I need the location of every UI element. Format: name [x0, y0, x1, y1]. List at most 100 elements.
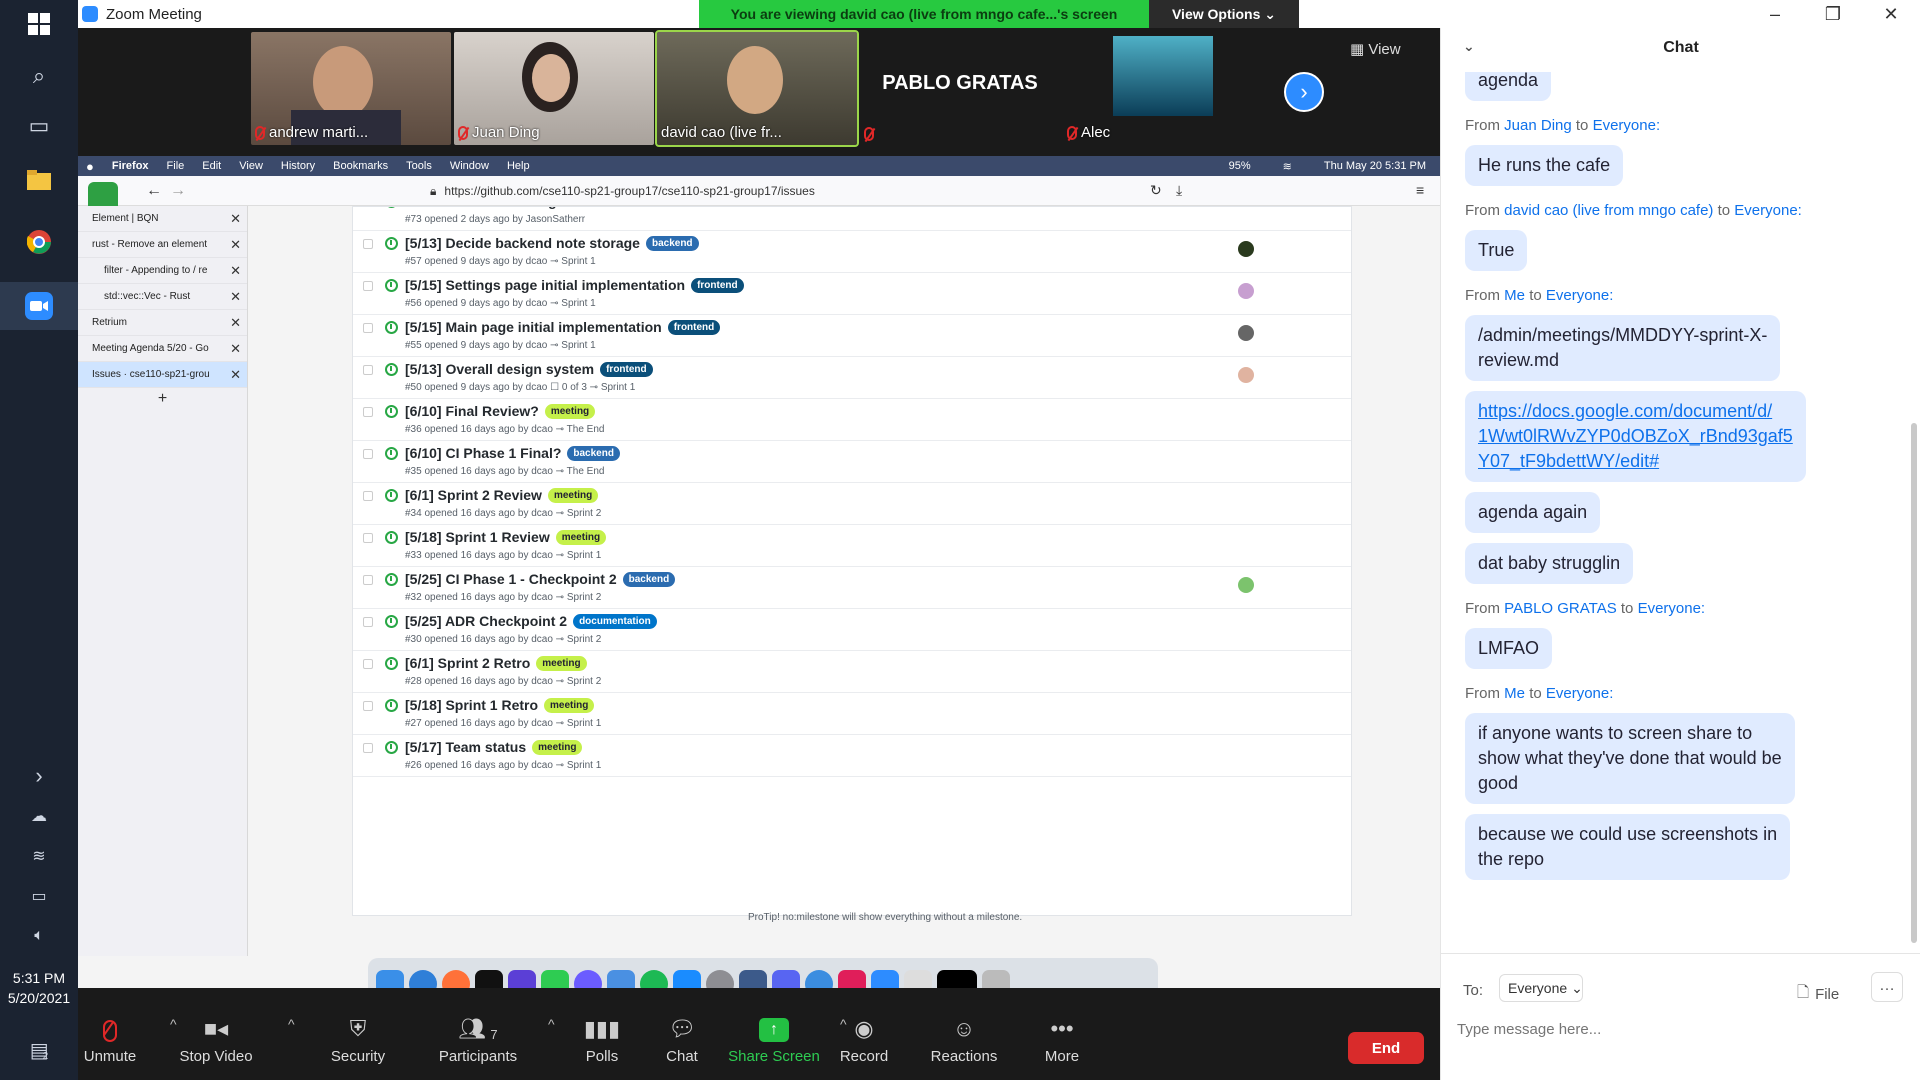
participant-tile[interactable]: andrew marti...	[251, 32, 451, 145]
issue-checkbox[interactable]	[363, 701, 373, 711]
recipient-name[interactable]: Everyone:	[1734, 202, 1802, 219]
unmute-button[interactable]: Unmute	[60, 1008, 160, 1065]
issue-title[interactable]: [6/1] Sprint 2 Review	[405, 487, 542, 503]
tab-item[interactable]: filter - Appending to / re ✕	[78, 258, 247, 284]
issue-checkbox[interactable]	[363, 575, 373, 585]
assignee-avatar[interactable]	[1238, 241, 1254, 257]
issue-title[interactable]: [6/10] Final Review?	[405, 403, 539, 419]
close-tab-icon[interactable]: ✕	[230, 211, 241, 227]
issue-title[interactable]: [5/15] Settings page initial implementat…	[405, 277, 685, 293]
document-icon[interactable]	[904, 970, 932, 988]
reload-icon[interactable]: ↻	[1150, 182, 1162, 199]
sender-name[interactable]: david cao (live from mngo cafe)	[1504, 202, 1713, 219]
issue-title[interactable]: [5/13] Decide backend note storage	[405, 235, 640, 251]
issue-row[interactable]: [5/15] Settings page initial implementat…	[353, 273, 1351, 315]
issue-row[interactable]: [5/15] Main page initial implementation f…	[353, 315, 1351, 357]
issue-title[interactable]: [5/25] ADR Checkpoint 2	[405, 613, 567, 629]
minimize-icon[interactable]: –	[1746, 0, 1804, 28]
tab-item[interactable]: Element | BQN ✕	[78, 206, 247, 232]
stop-video-button[interactable]: ■◂ Stop Video	[156, 1008, 276, 1065]
issue-row[interactable]: [5/18] Sprint 1 Review meeting #33 opened …	[353, 525, 1351, 567]
sender-name[interactable]: Me	[1504, 685, 1525, 702]
close-tab-icon[interactable]: ✕	[230, 341, 241, 357]
chat-message[interactable]: /admin/meetings/MMDDYY-sprint-X- review.…	[1465, 315, 1781, 381]
back-icon[interactable]: ←	[146, 182, 162, 200]
issue-label[interactable]: frontend	[691, 277, 744, 293]
windows-start-icon[interactable]	[19, 4, 59, 44]
view-button[interactable]: ▦ View	[1350, 40, 1401, 58]
close-tab-icon[interactable]: ✕	[230, 289, 241, 305]
menu-history[interactable]: History	[281, 160, 315, 172]
reactions-button[interactable]: ☺ Reactions	[914, 1008, 1014, 1065]
tab-item[interactable]: rust - Remove an element ✕	[78, 232, 247, 258]
trash-icon[interactable]	[982, 970, 1010, 988]
record-button[interactable]: ◉ Record	[814, 1008, 914, 1065]
participants-button[interactable]: 👥︎ 7 Participants	[418, 1008, 538, 1065]
hamburger-menu-icon[interactable]: ≡	[1416, 182, 1424, 198]
chevron-down-icon[interactable]: ⌄	[1463, 38, 1475, 55]
close-tab-icon[interactable]: ✕	[230, 237, 241, 253]
menu-edit[interactable]: Edit	[202, 160, 221, 172]
end-meeting-button[interactable]: End	[1348, 1032, 1424, 1064]
participant-tile[interactable]: Juan Ding	[454, 32, 654, 145]
chat-message[interactable]: dat baby strugglin	[1465, 543, 1634, 584]
apple-icon[interactable]: ●	[86, 159, 94, 174]
wifi-icon[interactable]: ≋	[19, 836, 59, 876]
menu-help[interactable]: Help	[507, 160, 530, 172]
cloud-icon[interactable]: ☁	[19, 796, 59, 836]
system-clock[interactable]: 5:31 PM 5/20/2021	[0, 968, 78, 1008]
issue-row[interactable]: [5/17] Team status meeting #26 opened 16 d…	[353, 735, 1351, 777]
message-input[interactable]	[1457, 1014, 1897, 1044]
chat-message[interactable]: agenda	[1465, 72, 1552, 101]
app-icon[interactable]	[508, 970, 536, 988]
issue-label[interactable]: meeting	[532, 739, 583, 755]
issue-label[interactable]: backend	[567, 445, 620, 461]
tab-item[interactable]: Retrium ✕	[78, 310, 247, 336]
chat-more-button[interactable]: …	[1871, 972, 1903, 1002]
issue-checkbox[interactable]	[363, 407, 373, 417]
issue-title[interactable]: [5/18] Sprint 1 Review	[405, 529, 550, 545]
volume-icon[interactable]: 🔈︎	[19, 916, 59, 956]
chrome-icon[interactable]	[19, 222, 59, 262]
task-view-icon[interactable]: ▭	[19, 106, 59, 146]
issue-checkbox[interactable]	[363, 533, 373, 543]
system-preferences-icon[interactable]	[706, 970, 734, 988]
file-explorer-icon[interactable]	[19, 160, 59, 200]
issue-checkbox[interactable]	[363, 617, 373, 627]
chat-message[interactable]: LMFAO	[1465, 628, 1553, 669]
assignee-avatar[interactable]	[1238, 283, 1254, 299]
app-store-icon[interactable]	[673, 970, 701, 988]
finder-icon[interactable]	[376, 970, 404, 988]
issue-label[interactable]: frontend	[667, 319, 721, 335]
chat-scrollbar[interactable]	[1911, 423, 1917, 943]
mail-icon[interactable]	[607, 970, 635, 988]
tab-item-active[interactable]: Issues · cse110-sp21-grou ✕	[78, 362, 247, 388]
menu-file[interactable]: File	[167, 160, 185, 172]
zoom-dock-icon[interactable]	[871, 970, 899, 988]
recipient-select[interactable]: Everyone ⌄	[1499, 974, 1583, 1002]
view-options-button[interactable]: View Options ⌄	[1149, 0, 1299, 28]
menu-bookmarks[interactable]: Bookmarks	[333, 160, 388, 172]
issue-checkbox[interactable]	[363, 323, 373, 333]
issue-checkbox[interactable]	[363, 659, 373, 669]
app-icon[interactable]	[805, 970, 833, 988]
issue-row[interactable]: [6/1] Sprint 2 Review meeting #34 opened 1…	[353, 483, 1351, 525]
video-options-caret[interactable]: ^	[288, 1016, 295, 1032]
file-button[interactable]: 🗋︎ File	[1797, 982, 1839, 1007]
issue-checkbox[interactable]	[363, 281, 373, 291]
new-tab-icon[interactable]: +	[78, 390, 247, 408]
window-preview-icon[interactable]	[937, 970, 977, 988]
close-tab-icon[interactable]: ✕	[230, 367, 241, 383]
issue-label[interactable]: backend	[622, 571, 676, 587]
issue-row[interactable]: [5/25] CI Phase 1 - Checkpoint 2 backend #…	[353, 567, 1351, 609]
url-bar[interactable]: 🔒︎ https://github.com/cse110-sp21-group1…	[408, 179, 1088, 203]
assignee-avatar[interactable]	[1238, 325, 1254, 341]
issue-checkbox[interactable]	[363, 491, 373, 501]
spotify-icon[interactable]	[640, 970, 668, 988]
issue-row[interactable]: [6/10] Final Review? meeting #36 opened 16…	[353, 399, 1351, 441]
issue-title[interactable]: [6/10] CI Phase 1 Final?	[405, 445, 561, 461]
issue-checkbox[interactable]	[363, 239, 373, 249]
chat-message[interactable]: agenda again	[1465, 492, 1601, 533]
issue-label[interactable]: meeting	[544, 403, 596, 419]
participant-tile-active-speaker[interactable]: david cao (live fr...	[655, 30, 859, 147]
